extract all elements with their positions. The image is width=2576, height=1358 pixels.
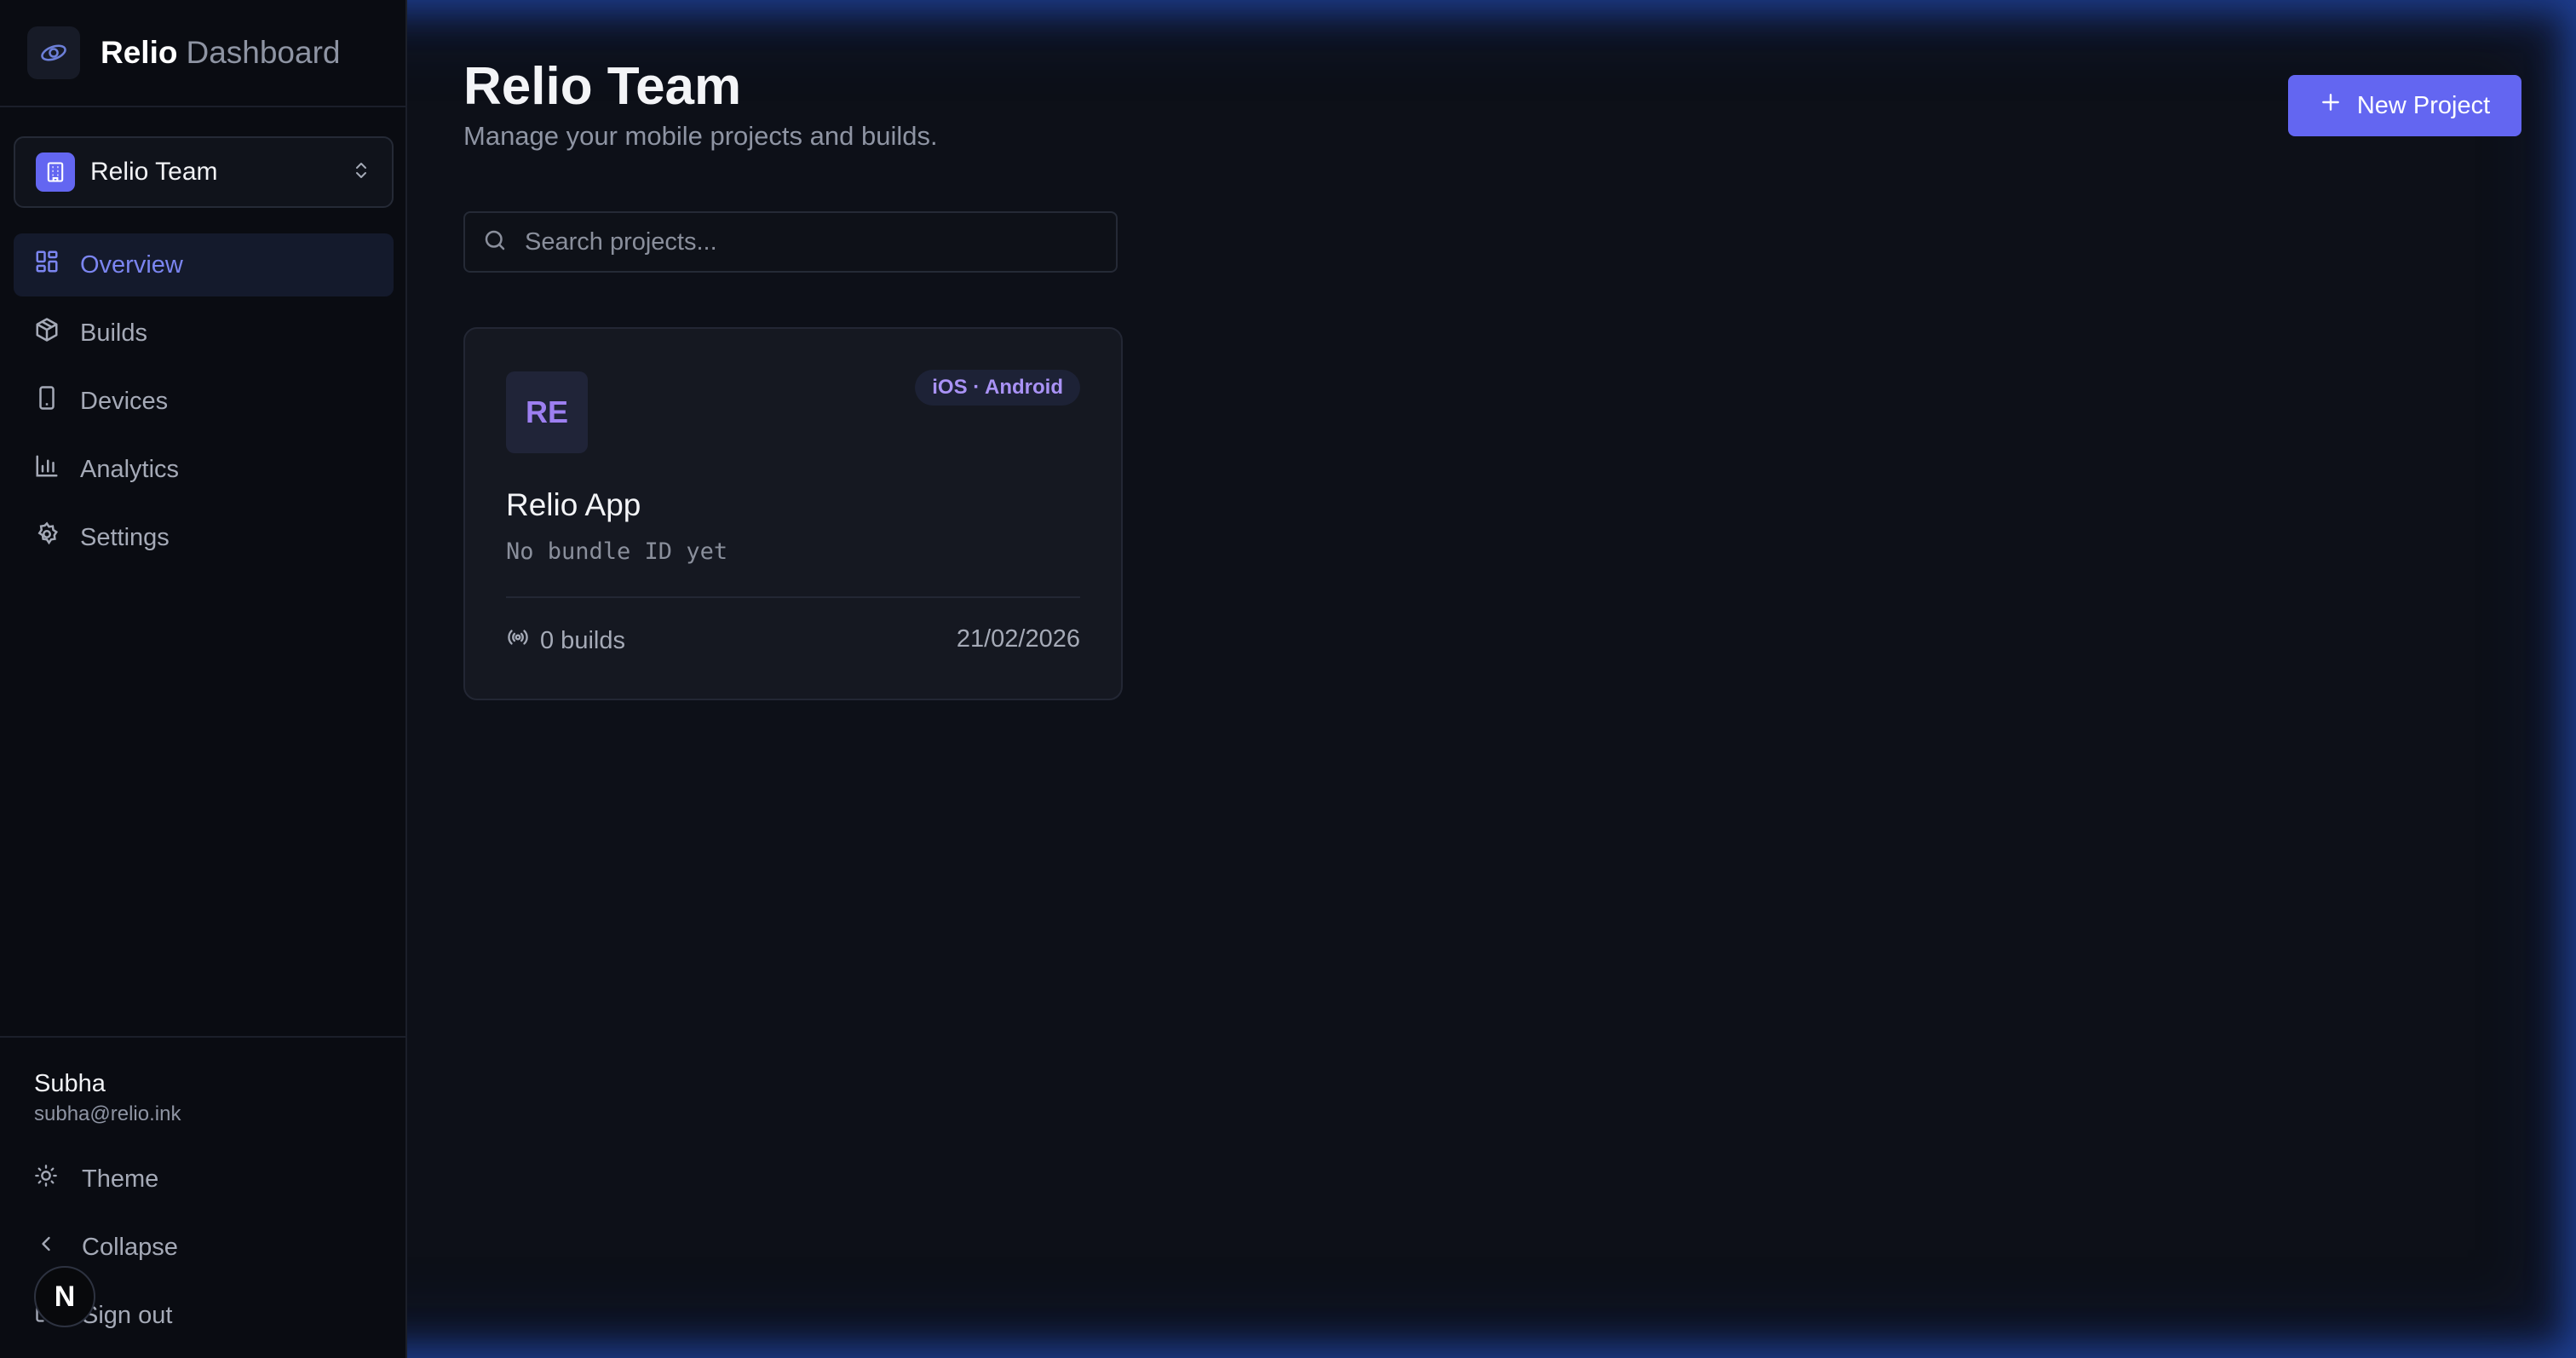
platform-badge: iOS · Android xyxy=(915,370,1080,406)
theme-toggle[interactable]: Theme xyxy=(34,1164,158,1194)
sidebar-item-builds[interactable]: Builds xyxy=(14,302,394,365)
package-icon xyxy=(34,317,80,349)
search-box[interactable] xyxy=(463,211,1118,273)
smartphone-icon xyxy=(34,385,80,417)
new-project-label: New Project xyxy=(2356,91,2491,119)
sidebar-item-label: Analytics xyxy=(80,455,180,483)
project-card[interactable]: RE iOS · Android Relio App No bundle ID … xyxy=(463,327,1123,700)
sun-icon xyxy=(34,1164,82,1194)
brand-subtitle: Dashboard xyxy=(186,35,341,70)
sidebar-item-label: Devices xyxy=(80,387,169,415)
collapse-button[interactable]: Collapse xyxy=(34,1232,178,1263)
sidebar-item-settings[interactable]: Settings xyxy=(14,506,394,569)
user-email: subha@relio.ink xyxy=(34,1102,181,1125)
project-bundle-id: No bundle ID yet xyxy=(506,538,728,565)
search-icon xyxy=(482,227,525,257)
sidebar-item-label: Overview xyxy=(80,250,183,279)
user-name: Subha xyxy=(34,1070,106,1097)
sidebar-item-devices[interactable]: Devices xyxy=(14,370,394,433)
project-builds: 0 builds xyxy=(506,625,625,656)
page-title: Relio Team xyxy=(463,57,742,116)
project-name: Relio App xyxy=(506,487,641,522)
layout-grid-icon xyxy=(34,249,80,281)
search-input[interactable] xyxy=(525,227,1116,256)
project-avatar: RE xyxy=(506,371,588,453)
sidebar-item-overview[interactable]: Overview xyxy=(14,233,394,296)
sidebar-item-label: Builds xyxy=(80,319,147,347)
plus-icon xyxy=(2320,91,2357,120)
sign-out-label: Sign out xyxy=(82,1301,173,1329)
theme-label: Theme xyxy=(82,1165,159,1193)
bar-chart-icon xyxy=(34,453,80,486)
radio-signal-icon xyxy=(506,625,540,656)
new-project-button[interactable]: New Project xyxy=(2288,75,2521,136)
building-icon xyxy=(36,152,75,192)
main-content: Relio Team Manage your mobile projects a… xyxy=(407,0,2576,1358)
sidebar-item-label: Settings xyxy=(80,523,170,551)
sidebar: Relio Dashboard Relio Team Overview Buil… xyxy=(0,0,407,1358)
sidebar-item-analytics[interactable]: Analytics xyxy=(14,438,394,501)
brand-name: Relio xyxy=(101,35,178,70)
sidebar-nav: Overview Builds Devices Analytics Settin… xyxy=(14,233,394,574)
team-name: Relio Team xyxy=(90,158,218,186)
card-divider xyxy=(506,596,1080,598)
dev-tools-badge[interactable]: N xyxy=(34,1266,95,1327)
builds-count: 0 builds xyxy=(540,626,625,654)
chevron-left-icon xyxy=(34,1232,82,1263)
logo-icon[interactable] xyxy=(27,26,80,79)
page-subtitle: Manage your mobile projects and builds. xyxy=(463,121,938,151)
app-window: Relio Dashboard Relio Team Overview Buil… xyxy=(0,0,2576,1358)
collapse-label: Collapse xyxy=(82,1233,178,1261)
chevrons-up-down-icon xyxy=(351,158,371,187)
project-date: 21/02/2026 xyxy=(956,625,1080,653)
gear-icon xyxy=(34,521,80,554)
brand-header: Relio Dashboard xyxy=(0,0,405,107)
team-switcher[interactable]: Relio Team xyxy=(14,136,394,208)
